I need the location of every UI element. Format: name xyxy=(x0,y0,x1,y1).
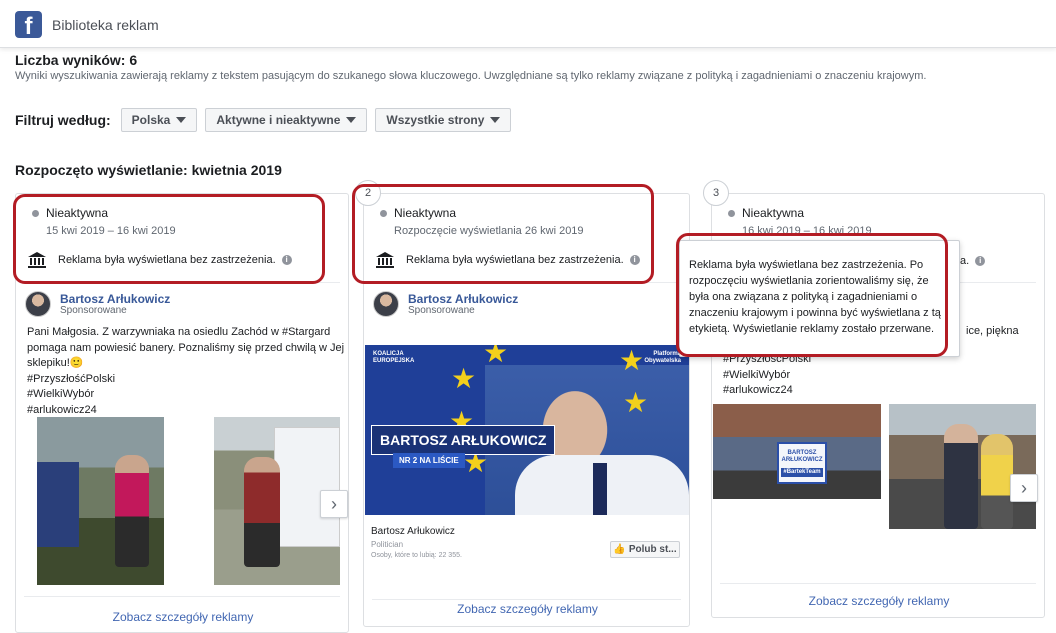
caret-down-icon xyxy=(346,117,357,123)
ad-photo[interactable]: BARTOSZ ARŁUKOWICZ #BartekTeam xyxy=(713,404,881,499)
status-row: Nieaktywna xyxy=(728,206,804,220)
sign-text: BARTOSZ ARŁUKOWICZ xyxy=(781,450,823,463)
advertiser-name[interactable]: Bartosz Arłukowicz xyxy=(408,292,518,306)
sign-tag: #BartekTeam xyxy=(781,468,823,477)
banner-flag xyxy=(37,462,79,547)
divider xyxy=(24,596,340,597)
gray-dot-icon xyxy=(728,209,735,217)
see-ad-details-link[interactable]: Zobacz szczegóły reklamy xyxy=(712,594,1046,608)
person-figure xyxy=(944,424,978,529)
page-likes: Osoby, które to lubią: 22 355. xyxy=(371,552,462,559)
star-icon: ★ xyxy=(623,387,649,418)
caret-down-icon xyxy=(490,117,501,123)
disclaimer-tail-text: a. xyxy=(960,255,970,267)
avatar[interactable] xyxy=(25,291,51,317)
facebook-logo-icon[interactable]: f xyxy=(15,11,42,38)
see-ad-details-link[interactable]: Zobacz szczegóły reklamy xyxy=(16,610,350,624)
status-dropdown-label: Aktywne i nieaktywne xyxy=(216,113,341,127)
thumbs-up-icon: 👍 xyxy=(613,544,626,555)
person-figure xyxy=(115,455,149,567)
results-count: Liczba wyników: 6 xyxy=(15,52,138,68)
sponsored-label: Sponsorowane xyxy=(60,305,127,316)
highlight-box xyxy=(676,233,948,357)
filter-row: Filtruj według: Polska Aktywne i nieakty… xyxy=(15,108,519,132)
results-description: Wyniki wyszukiwania zawierają reklamy z … xyxy=(15,70,927,82)
caret-down-icon xyxy=(176,117,187,123)
ad-photo[interactable] xyxy=(37,417,164,585)
platforma-logo: Platforma Obywatelska xyxy=(644,351,681,364)
advertiser-name[interactable]: Bartosz Arłukowicz xyxy=(60,292,170,306)
divider xyxy=(372,599,681,600)
ad-text: #PrzyszłośćPolski #WielkiWybór #arlukowi… xyxy=(723,353,812,396)
ad-text-tail: ice, piękna xyxy=(966,325,1019,337)
koalicja-logo: KOALICJA EUROPEJSKA xyxy=(373,351,415,364)
country-dropdown-label: Polska xyxy=(131,113,171,127)
status-text: Nieaktywna xyxy=(742,206,805,220)
person-figure xyxy=(981,434,1013,529)
page-category: Politician xyxy=(371,540,404,549)
filter-label: Filtruj według: xyxy=(15,112,111,128)
status-dropdown[interactable]: Aktywne i nieaktywne xyxy=(205,108,368,132)
like-page-button[interactable]: 👍 Polub st... xyxy=(610,541,680,558)
ad-text: Pani Małgosia. Z warzywniaka na osiedlu … xyxy=(27,326,345,416)
section-title: Rozpoczęto wyświetlanie: kwietnia 2019 xyxy=(15,162,282,178)
star-icon: ★ xyxy=(451,363,477,394)
ad-photo[interactable] xyxy=(889,404,1036,529)
star-icon: ★ xyxy=(483,345,509,368)
disclaimer-tail: a. i xyxy=(960,255,986,267)
chevron-right-icon[interactable]: › xyxy=(1010,474,1038,502)
highlight-box xyxy=(352,184,654,284)
app-title[interactable]: Biblioteka reklam xyxy=(52,17,159,33)
see-ad-details-link[interactable]: Zobacz szczegóły reklamy xyxy=(364,602,691,616)
avatar[interactable] xyxy=(373,291,399,317)
result-number-badge: 3 xyxy=(703,180,729,206)
divider xyxy=(720,583,1036,584)
pages-dropdown-label: Wszystkie strony xyxy=(386,113,485,127)
like-button-label: Polub st... xyxy=(628,544,677,555)
banner-sheet xyxy=(274,427,340,547)
banner-list-number: NR 2 NA LIŚCIE xyxy=(393,453,465,468)
pages-dropdown[interactable]: Wszystkie strony xyxy=(375,108,512,132)
country-dropdown[interactable]: Polska xyxy=(120,108,198,132)
person-figure xyxy=(244,457,280,567)
highlight-box xyxy=(13,194,325,284)
banner-candidate-name: BARTOSZ ARŁUKOWICZ xyxy=(371,425,556,455)
sponsored-label: Sponsorowane xyxy=(408,305,475,316)
ad-banner-image[interactable]: ★ ★ ★ ★ ★ ★ KOALICJA EUROPEJSKA Platform… xyxy=(365,345,689,515)
campaign-sign: BARTOSZ ARŁUKOWICZ #BartekTeam xyxy=(777,442,827,484)
page-name[interactable]: Bartosz Arłukowicz xyxy=(371,526,455,537)
portrait-tie xyxy=(593,463,607,515)
info-icon[interactable]: i xyxy=(975,256,986,266)
chevron-right-icon[interactable]: › xyxy=(320,490,348,518)
top-bar: f Biblioteka reklam xyxy=(0,0,1056,48)
